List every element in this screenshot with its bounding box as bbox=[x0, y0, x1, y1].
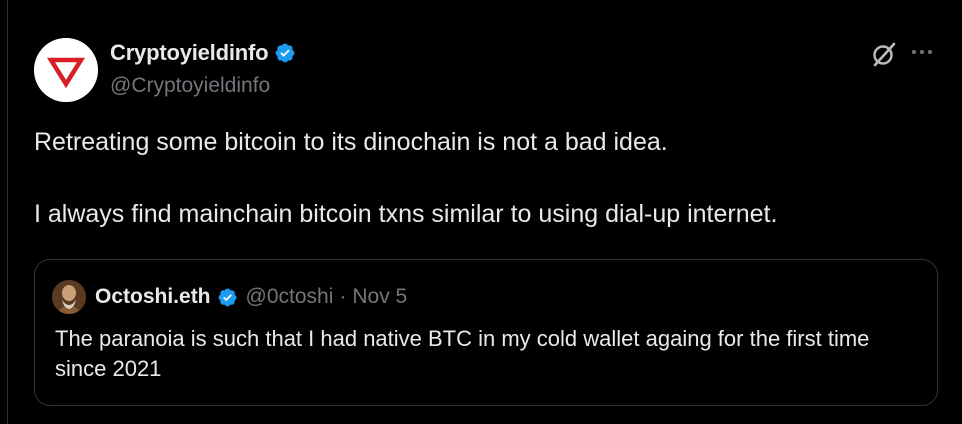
quoted-separator: · bbox=[339, 285, 347, 308]
grok-icon[interactable] bbox=[869, 39, 899, 69]
author-handle[interactable]: @Cryptoyieldinfo bbox=[110, 74, 270, 98]
verified-badge-icon[interactable] bbox=[274, 42, 296, 64]
quoted-tweet-date[interactable]: Nov 5 bbox=[352, 285, 407, 309]
red-triangle-logo-icon bbox=[34, 38, 98, 102]
author-name[interactable]: Cryptoyieldinfo bbox=[110, 40, 269, 66]
quoted-verified-badge-icon[interactable] bbox=[217, 287, 238, 308]
quoted-author-handle[interactable]: @0ctoshi bbox=[246, 285, 334, 309]
quoted-author-name[interactable]: Octoshi.eth bbox=[95, 285, 211, 309]
quoted-author-avatar[interactable] bbox=[52, 280, 86, 314]
timeline-left-border bbox=[7, 0, 8, 424]
dot bbox=[928, 50, 932, 54]
quoted-tweet-text: The paranoia is such that I had native B… bbox=[55, 326, 870, 381]
more-options-icon[interactable] bbox=[912, 50, 932, 54]
quoted-tweet-card[interactable]: Octoshi.eth @0ctoshi · Nov 5 The paranoi… bbox=[34, 259, 938, 406]
dot bbox=[912, 50, 916, 54]
author-avatar[interactable] bbox=[34, 38, 98, 102]
quoted-tweet-header: Octoshi.eth @0ctoshi · Nov 5 bbox=[52, 280, 407, 314]
tweet-text: Retreating some bitcoin to its dinochain… bbox=[34, 128, 778, 228]
author-name-row: Cryptoyieldinfo bbox=[110, 40, 296, 66]
dot bbox=[920, 50, 924, 54]
